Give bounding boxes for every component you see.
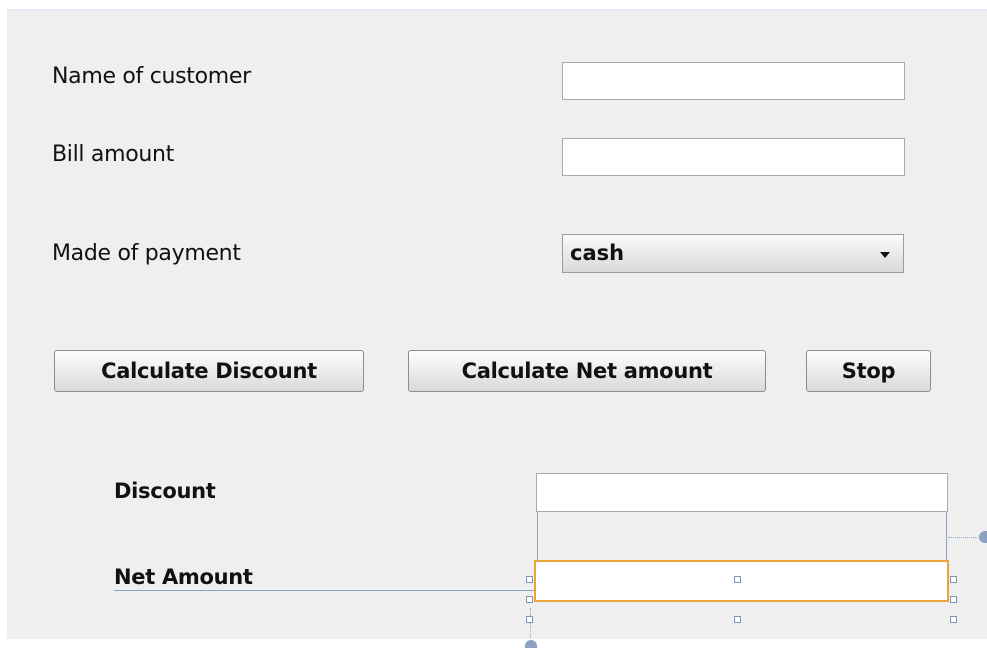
name-of-customer-field[interactable] bbox=[562, 62, 905, 100]
stop-button[interactable]: Stop bbox=[806, 350, 931, 392]
discount-field[interactable] bbox=[536, 473, 948, 512]
resize-handle-s[interactable] bbox=[734, 616, 741, 623]
anchor-dotted-line-bottom bbox=[530, 608, 531, 638]
form-design-canvas bbox=[7, 9, 987, 639]
discount-label: Discount bbox=[114, 479, 216, 503]
calculate-discount-button[interactable]: Calculate Discount bbox=[54, 350, 364, 392]
calculate-net-amount-button[interactable]: Calculate Net amount bbox=[408, 350, 766, 392]
resize-handle-e[interactable] bbox=[950, 596, 957, 603]
mode-of-payment-dropdown[interactable]: cash bbox=[562, 234, 904, 273]
bill-amount-label: Bill amount bbox=[52, 142, 175, 167]
net-amount-field-selected[interactable] bbox=[534, 560, 949, 602]
resize-handle-se[interactable] bbox=[950, 616, 957, 623]
right-alignment-guide-line bbox=[946, 512, 947, 560]
resize-handle-w[interactable] bbox=[526, 596, 533, 603]
resize-handle-sw[interactable] bbox=[526, 616, 533, 623]
anchor-dotted-line-right bbox=[948, 537, 980, 538]
bill-amount-field[interactable] bbox=[562, 138, 905, 176]
mode-of-payment-label: Made of payment bbox=[52, 241, 241, 266]
chevron-down-icon[interactable] bbox=[880, 252, 890, 258]
net-amount-label: Net Amount bbox=[114, 565, 253, 589]
name-of-customer-label: Name of customer bbox=[52, 64, 251, 89]
resize-handle-ne[interactable] bbox=[950, 576, 957, 583]
mode-of-payment-selected-value: cash bbox=[570, 241, 625, 265]
anchor-right-icon[interactable] bbox=[979, 531, 987, 543]
resize-handle-n[interactable] bbox=[734, 576, 741, 583]
resize-handle-nw[interactable] bbox=[526, 576, 533, 583]
anchor-bottom-icon[interactable] bbox=[525, 640, 537, 648]
left-alignment-guide-line bbox=[537, 512, 538, 560]
baseline-guide-line bbox=[114, 590, 536, 591]
